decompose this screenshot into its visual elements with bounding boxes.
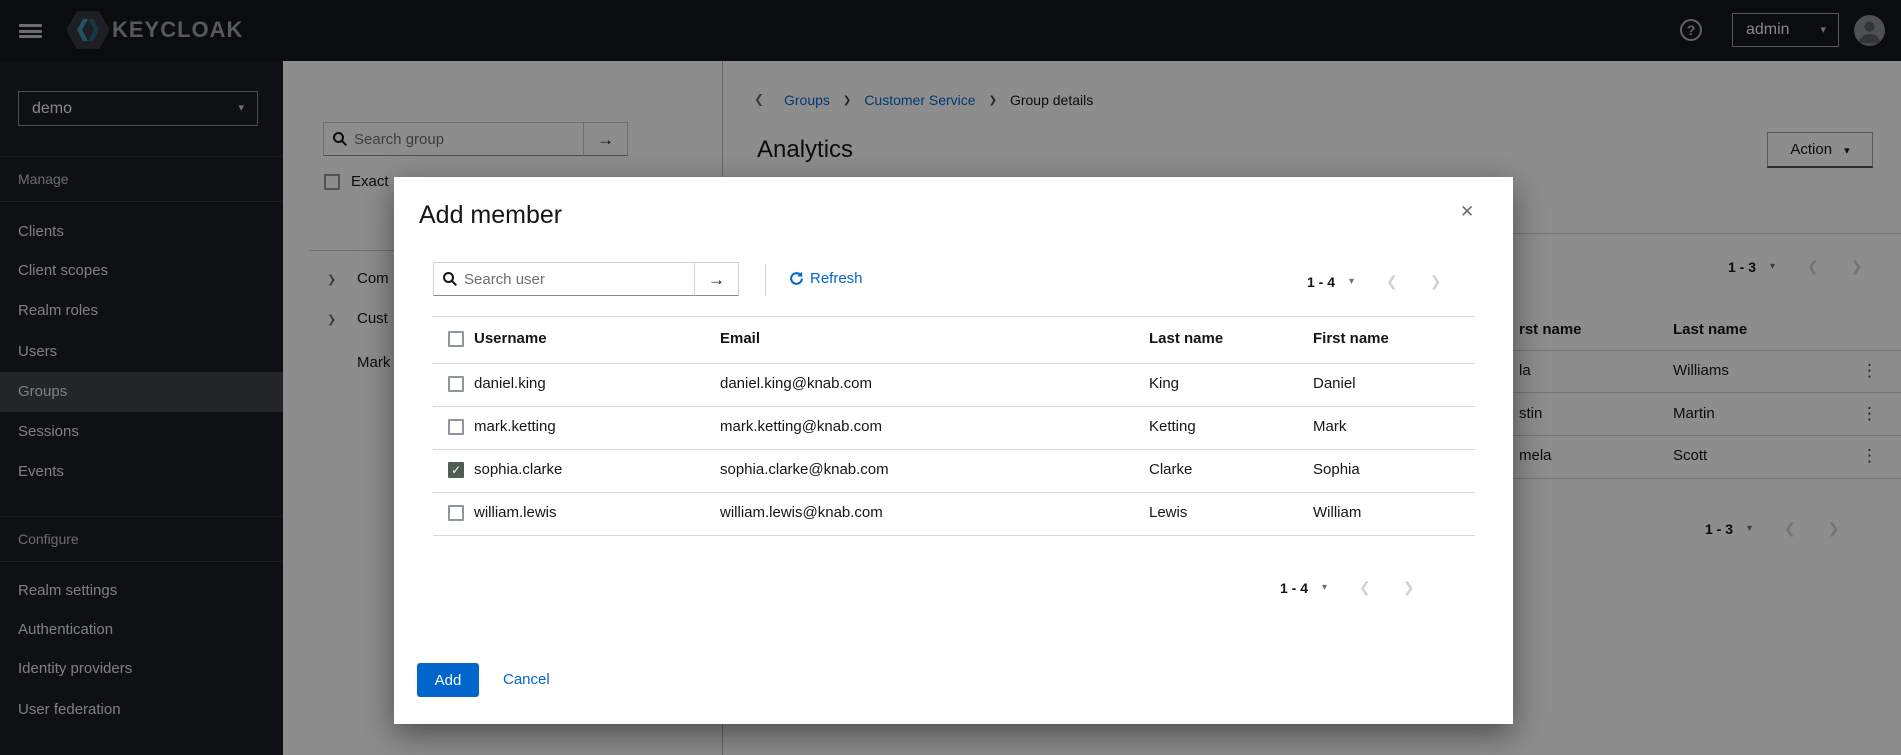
cell-email: sophia.clarke@knab.com: [720, 461, 889, 478]
cell-last-name: Clarke: [1149, 461, 1192, 478]
modal-title: Add member: [419, 201, 562, 230]
modal-pagination-top: 1 - 4 ▾ ❮ ❯: [1307, 273, 1442, 290]
sync-icon: [789, 271, 804, 286]
divider: [433, 406, 1475, 407]
add-button[interactable]: Add: [417, 663, 479, 697]
pagination-range: 1 - 4: [1307, 274, 1335, 290]
next-page-icon[interactable]: ❯: [1403, 579, 1415, 596]
user-row-checkbox[interactable]: [448, 419, 464, 435]
check-icon: ✓: [451, 463, 461, 477]
prev-page-icon[interactable]: ❮: [1359, 579, 1371, 596]
cancel-button[interactable]: Cancel: [503, 671, 550, 688]
col-first-name: First name: [1313, 330, 1389, 347]
divider: [765, 264, 766, 296]
cell-username: daniel.king: [474, 375, 546, 392]
divider: [433, 492, 1475, 493]
search-user-submit-button[interactable]: →: [694, 262, 739, 296]
cell-email: william.lewis@knab.com: [720, 504, 883, 521]
chevron-down-icon[interactable]: ▾: [1349, 276, 1354, 287]
divider: [433, 363, 1475, 364]
divider: [433, 316, 1475, 317]
cell-first-name: Mark: [1313, 418, 1346, 435]
pagination-range: 1 - 4: [1280, 580, 1308, 596]
modal-pagination-bottom: 1 - 4 ▾ ❮ ❯: [1280, 579, 1415, 596]
cell-email: daniel.king@knab.com: [720, 375, 872, 392]
cell-last-name: Lewis: [1149, 504, 1187, 521]
refresh-button[interactable]: Refresh: [789, 270, 863, 287]
cell-last-name: Ketting: [1149, 418, 1196, 435]
cell-username: mark.ketting: [474, 418, 556, 435]
user-row-checkbox[interactable]: [448, 505, 464, 521]
prev-page-icon[interactable]: ❮: [1386, 273, 1398, 290]
chevron-down-icon[interactable]: ▾: [1322, 582, 1327, 593]
cell-first-name: Daniel: [1313, 375, 1356, 392]
cell-first-name: William: [1313, 504, 1361, 521]
close-icon[interactable]: ✕: [1460, 202, 1474, 222]
col-username: Username: [474, 330, 547, 347]
cell-username: sophia.clarke: [474, 461, 562, 478]
select-all-checkbox[interactable]: [448, 331, 464, 347]
cell-first-name: Sophia: [1313, 461, 1360, 478]
cell-email: mark.ketting@knab.com: [720, 418, 882, 435]
search-icon: [442, 271, 458, 292]
keycloak-admin-console: KEYCLOAK ? admin ▾ demo ▾ Manage Clients…: [0, 0, 1901, 755]
next-page-icon[interactable]: ❯: [1430, 273, 1442, 290]
user-row-checkbox[interactable]: ✓: [448, 462, 464, 478]
cell-last-name: King: [1149, 375, 1179, 392]
divider: [433, 449, 1475, 450]
cell-username: william.lewis: [474, 504, 557, 521]
col-email: Email: [720, 330, 760, 347]
divider: [433, 535, 1475, 536]
col-last-name: Last name: [1149, 330, 1223, 347]
user-row-checkbox[interactable]: [448, 376, 464, 392]
arrow-right-icon: →: [708, 270, 725, 289]
search-user-input[interactable]: [433, 262, 694, 296]
add-member-modal: Add member ✕ → Refresh 1 - 4 ▾ ❮ ❯ Usern: [394, 177, 1513, 724]
